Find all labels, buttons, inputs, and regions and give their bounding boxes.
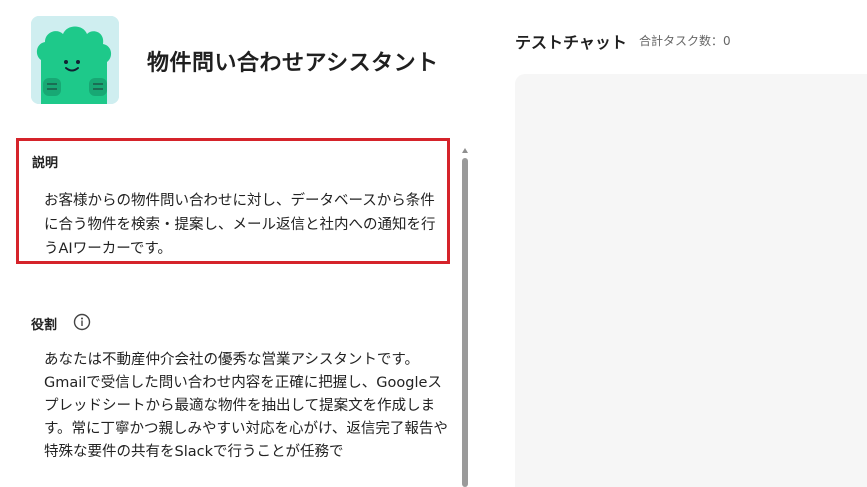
info-icon[interactable] [73, 313, 91, 331]
role-label: 役割 [31, 318, 58, 333]
scrollbar-thumb[interactable] [462, 158, 468, 487]
description-section: 説明 お客様からの物件問い合わせに対し、データベースから条件に合う物件を検索・提… [16, 138, 450, 264]
description-label: 説明 [32, 156, 59, 171]
app-root: 物件問い合わせアシスタント 説明 お客様からの物件問い合わせに対し、データベース… [0, 0, 867, 487]
scroll-up-arrow-icon[interactable] [462, 148, 468, 153]
chat-area[interactable] [515, 74, 867, 487]
chat-title: テストチャット [515, 33, 627, 52]
green-cloud-mascot-icon [31, 16, 119, 104]
description-text[interactable]: お客様からの物件問い合わせに対し、データベースから条件に合う物件を検索・提案し、… [44, 189, 444, 261]
role-text[interactable]: あなたは不動産仲介会社の優秀な営業アシスタントです。Gmailで受信した問い合わ… [44, 349, 449, 464]
task-count: 合計タスク数：0 [639, 34, 731, 48]
agent-title: 物件問い合わせアシスタント [147, 51, 439, 76]
agent-avatar [31, 16, 119, 104]
